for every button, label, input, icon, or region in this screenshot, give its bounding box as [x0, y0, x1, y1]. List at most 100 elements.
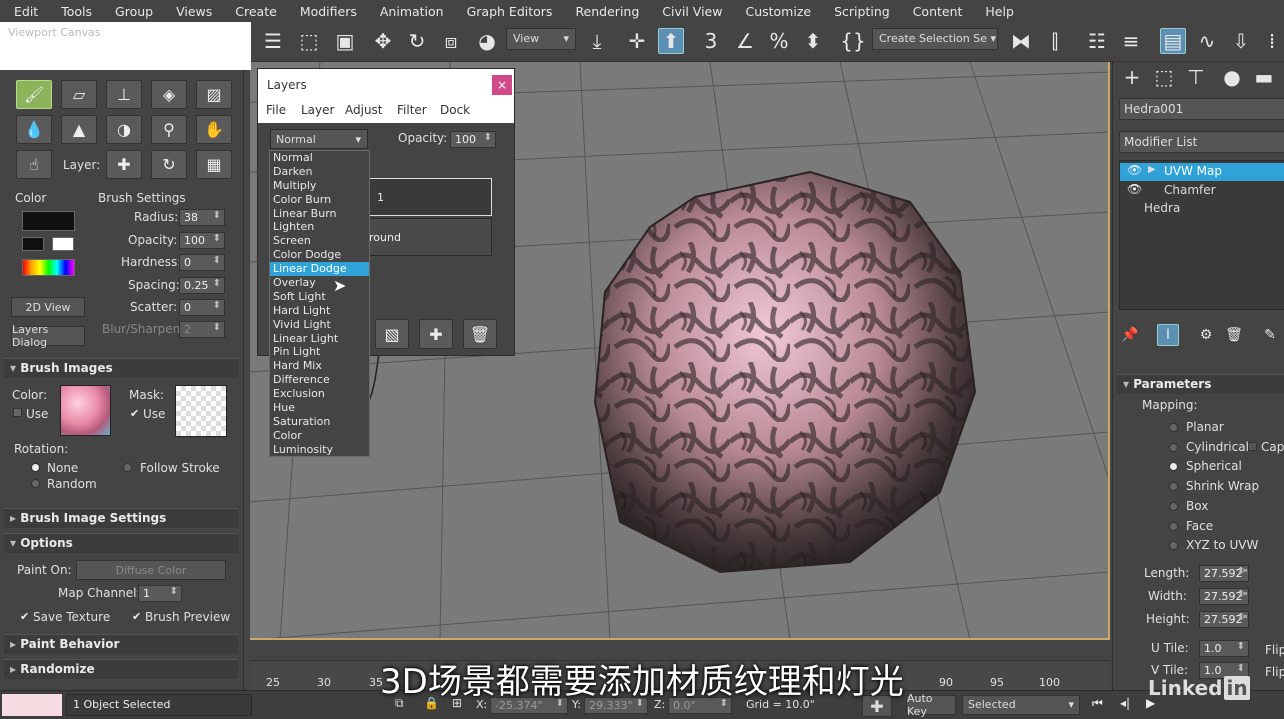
primary-color-swatch[interactable] [22, 211, 75, 231]
fill-icon[interactable]: ◈ [151, 80, 187, 109]
opacity-spinner[interactable]: 100 [179, 232, 225, 249]
snaps-toggle-icon[interactable]: 3 [698, 28, 724, 54]
add-layer-icon[interactable]: ✚ [106, 150, 142, 179]
brush-images-section[interactable]: Brush Images [4, 358, 238, 378]
cap-checkbox[interactable] [1248, 442, 1257, 451]
color-palette-icon[interactable] [22, 259, 75, 276]
new-layer-icon[interactable]: ✚ [419, 319, 453, 349]
mapping-radio[interactable] [1169, 501, 1178, 511]
mapping-radio[interactable] [1169, 482, 1178, 492]
blend-mode-item[interactable]: Pin Light [270, 345, 369, 359]
mapping-radio[interactable] [1169, 521, 1178, 531]
ribbon-toggle-icon[interactable]: ▤ [1160, 28, 1186, 54]
expand-icon[interactable]: ▶ [1148, 164, 1156, 175]
layer-explorer-icon[interactable]: ≡ [1118, 28, 1144, 54]
contrast-icon[interactable]: ◑ [106, 115, 142, 144]
motion-tab-icon[interactable]: ● [1219, 64, 1245, 90]
layers-menu-layer[interactable]: Layer [301, 103, 334, 117]
window-crossing-icon[interactable]: ▣ [332, 28, 358, 54]
move-icon[interactable]: ✥ [370, 28, 396, 54]
object-name-field[interactable]: Hedra001 [1119, 98, 1284, 120]
map-channel-spinner[interactable]: 1 [138, 585, 182, 602]
menu-rendering[interactable]: Rendering [561, 4, 648, 19]
named-selection-dropdown[interactable]: Create Selection Se ▾ [872, 28, 998, 50]
layers-menu-dock[interactable]: Dock [440, 103, 470, 117]
blend-mode-item[interactable]: Hue [270, 401, 369, 415]
layer-opacity-spinner[interactable]: 100 [450, 131, 496, 148]
spacing-spinner[interactable]: 0.25 [179, 277, 225, 294]
hierarchy-tab-icon[interactable]: ⊤ [1183, 64, 1209, 90]
length-spinner[interactable]: 27.592" [1199, 565, 1249, 582]
show-end-result-icon[interactable]: I [1157, 324, 1179, 346]
layers-menu-adjust[interactable]: Adjust [345, 103, 383, 117]
blend-mode-item[interactable]: Linear Light [270, 332, 369, 346]
brush-color-use-checkbox[interactable] [13, 408, 22, 417]
paint-brush-icon[interactable]: 🖌 [16, 80, 52, 109]
paint-behavior-section[interactable]: Paint Behavior [4, 634, 238, 654]
keyboard-shortcut-override-icon[interactable]: ⬆ [658, 28, 684, 54]
stack-item-chamfer[interactable]: Chamfer [1164, 183, 1216, 197]
delete-layer-icon[interactable]: 🗑 [463, 319, 497, 349]
menu-scripting[interactable]: Scripting [820, 4, 899, 19]
mapping-radio[interactable] [1169, 423, 1178, 432]
layers-dialog-button[interactable]: Layers Dialog [11, 323, 85, 349]
layer-settings-icon[interactable]: ▦ [196, 150, 232, 179]
menu-content[interactable]: Content [899, 4, 972, 19]
scatter-spinner[interactable]: 0 [179, 299, 225, 316]
menu-animation[interactable]: Animation [366, 4, 453, 19]
background-swatch[interactable] [52, 237, 74, 251]
blend-mode-item[interactable]: Hard Mix [270, 359, 369, 373]
key-filter-dropdown[interactable]: Selected ▾ [962, 695, 1080, 715]
blend-mode-item[interactable]: Overlay [270, 276, 369, 290]
dodge-icon[interactable]: ⚲ [151, 115, 187, 144]
hardness-spinner[interactable]: 0 [179, 254, 225, 271]
brush-color-image[interactable] [60, 385, 111, 436]
angle-snap-icon[interactable]: ∠ [732, 28, 758, 54]
rotation-random-radio[interactable] [31, 479, 40, 488]
create-tab-icon[interactable]: + [1119, 64, 1145, 90]
remove-modifier-icon[interactable]: 🗑 [1223, 324, 1245, 346]
select-manipulate-icon[interactable]: ✛ [624, 28, 650, 54]
toolbar-more-icon[interactable]: ⁞ [1262, 28, 1282, 54]
previous-frame-icon[interactable]: ◂| [1120, 696, 1130, 710]
spinner-snap-icon[interactable]: ⬍ [800, 28, 826, 54]
blend-mode-item[interactable]: Lighten [270, 220, 369, 234]
sharpen-icon[interactable]: ▲ [61, 115, 97, 144]
blend-mode-item[interactable]: Luminosity [270, 443, 369, 457]
blend-mode-item[interactable]: Difference [270, 373, 369, 387]
rotate-icon[interactable]: ↻ [404, 28, 430, 54]
mapping-radio[interactable] [1169, 462, 1178, 472]
blend-mode-item[interactable]: Linear Burn [270, 207, 369, 221]
paint-on-button[interactable]: Diffuse Color [76, 560, 226, 580]
parameters-section[interactable]: Parameters [1117, 374, 1284, 394]
make-unique-icon[interactable]: ⚙ [1195, 324, 1217, 346]
blend-mode-item[interactable]: Hard Light [270, 304, 369, 318]
blend-mode-item[interactable]: Multiply [270, 179, 369, 193]
menu-group[interactable]: Group [101, 4, 162, 19]
align-icon[interactable]: ⫿ [1042, 28, 1068, 54]
blend-mode-item[interactable]: Color [270, 429, 369, 443]
auto-key-button[interactable]: Auto Key [906, 692, 956, 718]
u-tile-spinner[interactable]: 1.0 [1199, 640, 1249, 657]
go-to-start-icon[interactable]: ⏮ [1092, 696, 1103, 711]
radius-spinner[interactable]: 38 [179, 209, 225, 226]
menu-tools[interactable]: Tools [47, 4, 101, 19]
display-tab-icon[interactable]: ▬ [1251, 64, 1277, 90]
blend-mode-item[interactable]: Normal [270, 151, 369, 165]
rotation-follow-radio[interactable] [123, 463, 132, 472]
modifier-list-dropdown[interactable]: Modifier List [1119, 131, 1284, 153]
blend-mode-item[interactable]: Screen [270, 234, 369, 248]
schematic-view-icon[interactable]: ⇩ [1228, 28, 1254, 54]
blend-mode-item[interactable]: Color Burn [270, 193, 369, 207]
mirror-icon[interactable]: ⧓ [1008, 28, 1034, 54]
percent-snap-icon[interactable]: % [766, 28, 792, 54]
blur-icon[interactable]: 💧 [16, 115, 52, 144]
foreground-swatch[interactable] [22, 237, 44, 251]
rotation-none-radio[interactable] [31, 463, 40, 472]
curve-editor-icon[interactable]: ∿ [1194, 28, 1220, 54]
layers-menu-file[interactable]: File [266, 103, 286, 117]
rotate-layer-icon[interactable]: ↻ [151, 150, 187, 179]
blend-mode-item[interactable]: Exclusion [270, 387, 369, 401]
eye-icon[interactable]: 👁 [1127, 163, 1142, 177]
blend-mode-item[interactable]: Color Dodge [270, 248, 369, 262]
